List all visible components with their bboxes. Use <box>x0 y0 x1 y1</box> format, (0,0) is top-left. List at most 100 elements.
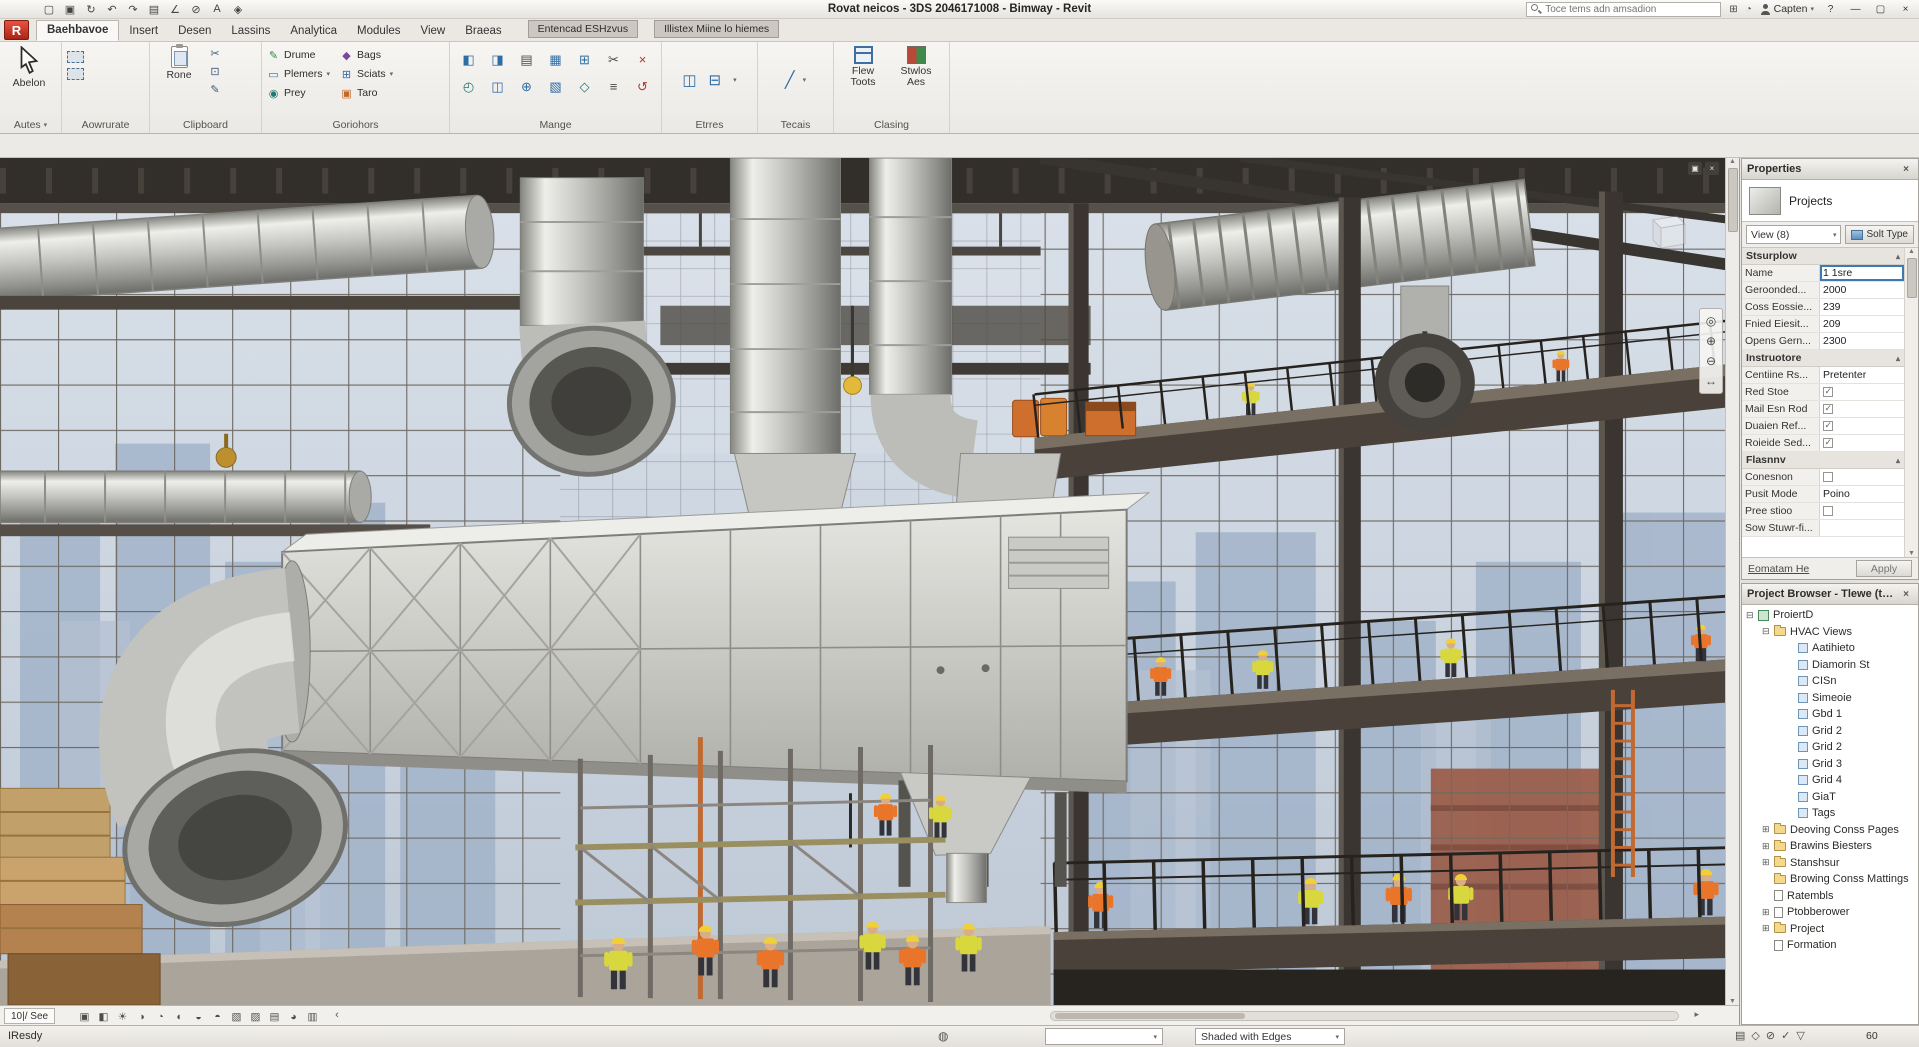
tree-item[interactable]: Ratembls <box>1742 888 1918 905</box>
tab-baehbavoe[interactable]: Baehbavoe <box>36 20 119 41</box>
horizontal-scrollbar[interactable] <box>1050 1011 1679 1021</box>
print-icon[interactable]: ▤ <box>147 3 161 16</box>
checkbox[interactable] <box>1823 421 1833 431</box>
edit-type-button[interactable]: Solt Type <box>1845 225 1914 244</box>
tree-item[interactable]: Grid 2 <box>1742 723 1918 740</box>
property-row[interactable]: Geroonded...2000 <box>1742 282 1904 299</box>
pan-icon[interactable]: ↔ <box>1705 371 1717 391</box>
analytical-model-icon[interactable]: ▧ <box>228 1008 245 1024</box>
select-box-icon[interactable] <box>67 51 84 63</box>
tree-item[interactable]: ⊟ProiertD <box>1742 607 1918 624</box>
select-region-icon[interactable] <box>67 68 84 80</box>
constraints-icon[interactable]: ▨ <box>247 1008 264 1024</box>
close-button[interactable]: × <box>1897 4 1914 15</box>
notifications-icon[interactable]: ◔ <box>1746 4 1752 15</box>
taro-button[interactable]: ▣ Taro <box>340 85 393 101</box>
align-icon[interactable]: ◧ <box>455 47 482 72</box>
property-row[interactable]: Sow Stuwr-fi... <box>1742 520 1904 537</box>
property-row[interactable]: Conesnon <box>1742 469 1904 486</box>
default-3d-view-icon[interactable]: ◈ <box>231 3 245 16</box>
minimize-button[interactable]: — <box>1847 4 1864 15</box>
offset-icon[interactable]: ◨ <box>484 47 511 72</box>
panel-label-tecais[interactable]: Tecais <box>758 117 833 133</box>
redo-icon[interactable]: ↷ <box>126 3 140 16</box>
help-button[interactable]: ? <box>1822 4 1839 15</box>
sync-icon[interactable]: ↻ <box>84 3 98 16</box>
region-icon[interactable]: ◇ <box>571 74 598 99</box>
design-options-icon[interactable]: ◇ <box>1751 1029 1759 1042</box>
tab-modules[interactable]: Modules <box>347 22 410 41</box>
detail-line-icon[interactable]: ╱ <box>785 70 795 90</box>
prey-button[interactable]: ◉ Prey <box>267 85 330 101</box>
property-row[interactable]: Fnied Eiesit...209 <box>1742 316 1904 333</box>
tree-item[interactable]: Diamorin St <box>1742 657 1918 674</box>
scroll-right-icon[interactable]: ▸ <box>1694 1009 1699 1020</box>
property-section[interactable]: Stsurplow▴ <box>1742 248 1904 265</box>
property-section[interactable]: Flasnnv▴ <box>1742 452 1904 469</box>
split-icon[interactable]: ▤ <box>513 47 540 72</box>
window-split-icon[interactable]: ◫ <box>682 71 696 89</box>
bags-button[interactable]: ◆ Bags <box>340 47 393 63</box>
checkbox[interactable] <box>1823 404 1833 414</box>
crop-view-icon[interactable]: ◧ <box>95 1008 112 1024</box>
tree-item[interactable]: Tags <box>1742 805 1918 822</box>
property-row[interactable]: Mail Esn Rod <box>1742 401 1904 418</box>
tab-desen[interactable]: Desen <box>168 22 221 41</box>
close-icon[interactable]: × <box>1899 164 1913 175</box>
match-properties-icon[interactable]: ✎ <box>208 84 222 97</box>
worksharing-icon[interactable]: ▤ <box>266 1008 283 1024</box>
panel-label-goriohors[interactable]: Goriohors <box>262 117 449 133</box>
text-icon[interactable]: A <box>210 3 224 15</box>
tab-insert[interactable]: Insert <box>119 22 168 41</box>
user-account-button[interactable]: Capten ▾ <box>1760 3 1814 15</box>
scrollbar-thumb[interactable] <box>1728 168 1738 232</box>
tab-braeas[interactable]: Braeas <box>455 22 511 41</box>
delete-icon[interactable]: × <box>629 47 656 72</box>
zoom-in-icon[interactable]: ⊕ <box>1706 331 1716 351</box>
rotate-icon[interactable]: ◴ <box>455 74 482 99</box>
tree-item[interactable]: CISn <box>1742 673 1918 690</box>
tree-item[interactable]: Grid 3 <box>1742 756 1918 773</box>
property-row[interactable]: Pree stioo <box>1742 503 1904 520</box>
application-menu-button[interactable]: R <box>4 20 29 40</box>
scrollbar-thumb[interactable] <box>1907 258 1917 298</box>
undo-icon[interactable]: ↶ <box>105 3 119 16</box>
mirror-icon[interactable]: ◫ <box>484 74 511 99</box>
view-scale-button[interactable]: 10|/ See <box>4 1008 55 1024</box>
search-box[interactable] <box>1526 2 1721 17</box>
tree-item[interactable]: ⊟HVAC Views <box>1742 624 1918 641</box>
paste-button[interactable]: Rone <box>155 45 203 81</box>
checkbox[interactable] <box>1823 506 1833 516</box>
tree-item[interactable]: GiaT <box>1742 789 1918 806</box>
tree-item[interactable]: Grid 2 <box>1742 739 1918 756</box>
workspaces-icon[interactable]: ⊞ <box>1729 4 1737 15</box>
shadows-icon[interactable]: ◑ <box>133 1008 150 1024</box>
render-icon[interactable]: ◔ <box>152 1008 169 1024</box>
editable-only-icon[interactable]: ✓ <box>1781 1029 1790 1042</box>
sun-path-icon[interactable]: ☀ <box>114 1008 131 1024</box>
scroll-up-icon[interactable]: ▲ <box>1729 158 1736 165</box>
cut-icon[interactable]: ✂ <box>208 48 222 61</box>
array-icon[interactable]: ▦ <box>542 47 569 72</box>
tag-icon[interactable]: ⊘ <box>189 3 203 16</box>
reset-icon[interactable]: ↺ <box>629 74 656 99</box>
type-selector[interactable]: Projects <box>1742 180 1918 222</box>
tree-item[interactable]: Browing Conss Mattings <box>1742 871 1918 888</box>
panel-label-clipboard[interactable]: Clipboard <box>150 117 261 133</box>
worksets-icon[interactable]: ▤ <box>1735 1029 1745 1042</box>
visual-style-icon[interactable]: ◕ <box>285 1008 302 1024</box>
hatch-icon[interactable]: ▧ <box>542 74 569 99</box>
grid-icon[interactable]: ⊞ <box>571 47 598 72</box>
save-icon[interactable]: ▣ <box>63 3 77 16</box>
copy-icon[interactable]: ⊡ <box>208 66 222 79</box>
etrres-caret-icon[interactable]: ▾ <box>733 76 737 84</box>
panel-label-mange[interactable]: Mange <box>450 117 661 133</box>
scroll-down-icon[interactable]: ▼ <box>1729 998 1736 1005</box>
collapse-icon[interactable]: ⊟ <box>709 71 722 89</box>
open-icon[interactable]: ▢ <box>42 3 56 16</box>
zoom-out-icon[interactable]: ⊖ <box>1706 351 1716 371</box>
visual-style-select[interactable]: Shaded with Edges▾ <box>1195 1028 1345 1045</box>
drawing-area[interactable]: ▣ × ◎ ⊕ ⊖ ↔ ▲ ▼ 10|/ See ▣ ◧ ☀ ◑ ◔ ◐ ◒ ◓… <box>0 158 1740 1025</box>
show-crop-icon[interactable]: ▣ <box>76 1008 93 1024</box>
lock-view-icon[interactable]: ◐ <box>171 1008 188 1024</box>
